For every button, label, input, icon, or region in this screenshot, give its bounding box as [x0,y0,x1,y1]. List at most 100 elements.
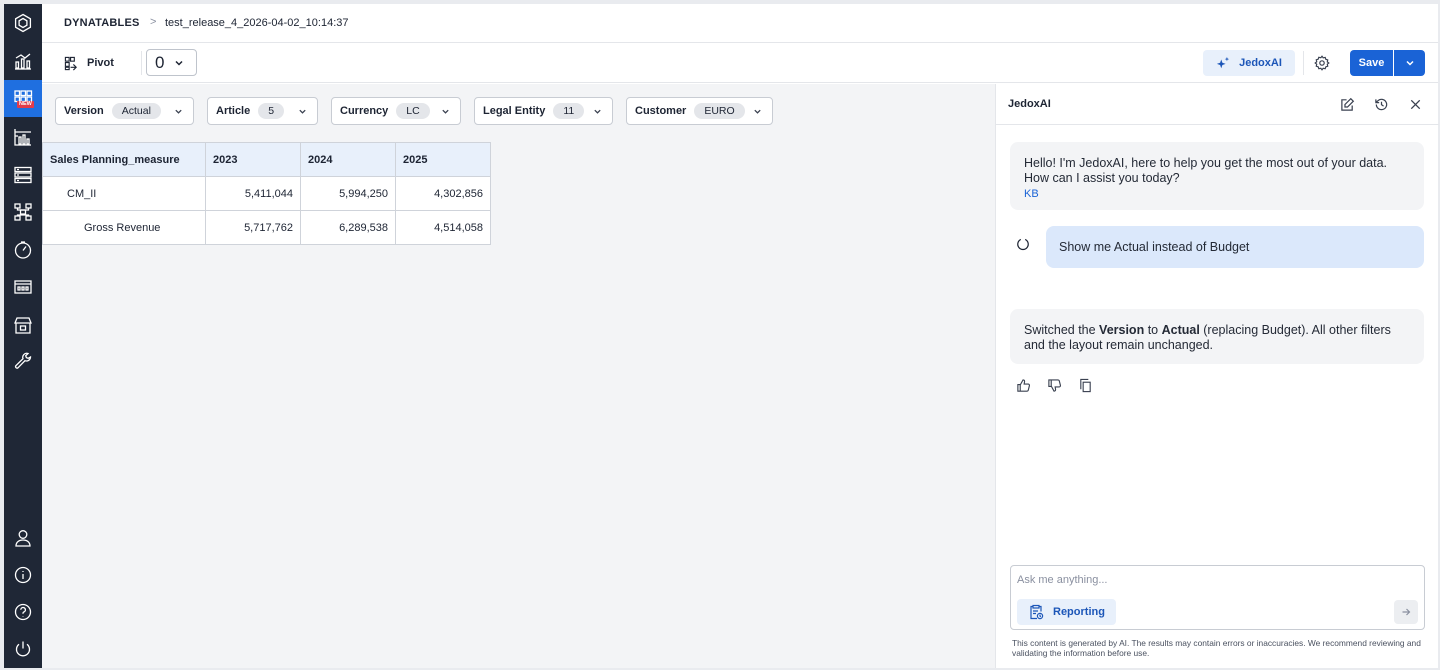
row-label[interactable]: CM_II [42,176,206,211]
filter-label: Legal Entity [483,105,546,117]
reply-bold-actual: Actual [1161,323,1200,337]
power-icon[interactable] [4,630,42,667]
dynatables-grid-icon[interactable]: NEW [4,80,42,117]
ai-message-reply: Switched the Version to Actual (replacin… [1010,309,1424,364]
store-icon[interactable] [4,306,42,343]
jedoxai-button[interactable]: JedoxAI [1203,50,1295,76]
table-cell[interactable]: 4,514,058 [395,210,491,245]
chat-input[interactable] [1017,572,1397,588]
row-label[interactable]: Gross Revenue [42,210,206,245]
toolbar-divider [141,51,142,75]
table-header-row: Sales Planning_measure 2023 2024 2025 [42,142,491,177]
clipboard-report-icon [1030,604,1044,620]
zero-select[interactable]: 0 [146,49,197,76]
filter-label: Article [216,105,251,117]
loading-spinner-icon [1017,238,1029,250]
hierarchy-icon[interactable] [4,193,42,230]
pivot-table: Sales Planning_measure 2023 2024 2025 CM… [42,142,491,245]
copy-icon[interactable] [1078,378,1093,393]
filter-label: Currency [340,105,389,117]
save-dropdown-button[interactable] [1394,50,1425,76]
zero-select-value: 0 [155,52,165,72]
save-button[interactable]: Save [1350,50,1393,76]
chevron-down-icon [442,109,449,114]
filter-article[interactable]: Article 5 [207,97,318,125]
knowledge-base-tag[interactable]: KB [1024,187,1410,202]
table-row: CM_II 5,411,044 5,994,250 4,302,856 [42,176,491,211]
column-header[interactable]: Sales Planning_measure [42,142,206,177]
chevron-down-icon [594,109,601,114]
column-header[interactable]: 2025 [395,142,491,177]
ai-message-greeting: Hello! I'm JedoxAI, here to help you get… [1010,142,1424,210]
table-cell[interactable]: 5,411,044 [205,176,301,211]
info-icon[interactable] [4,556,42,593]
ai-disclaimer: This content is generated by AI. The res… [1012,638,1421,658]
toolbar: Pivot 0 JedoxAI Save [42,43,1438,83]
filter-value-chip: LC [396,103,430,119]
wrench-icon[interactable] [4,343,42,380]
user-message: Show me Actual instead of Budget [1046,226,1424,268]
new-badge: NEW [17,101,34,108]
table-cell[interactable]: 5,717,762 [205,210,301,245]
breadcrumb-root[interactable]: DYNATABLES [64,17,140,29]
gauge-icon[interactable] [4,231,42,268]
table-cell[interactable]: 5,994,250 [300,176,396,211]
reply-text: Switched the [1024,323,1100,337]
chevron-down-icon [299,109,306,114]
panel-header: JedoxAI [996,84,1439,125]
chevron-down-icon [175,60,183,66]
database-stack-icon[interactable] [4,156,42,193]
filter-currency[interactable]: Currency LC [331,97,461,125]
reply-bold-version: Version [1099,323,1145,337]
logo-hexagon-icon[interactable] [4,4,42,41]
column-header[interactable]: 2023 [205,142,301,177]
filter-customer[interactable]: Customer EURO [626,97,773,125]
help-icon[interactable] [4,593,42,630]
table-row: Gross Revenue 5,717,762 6,289,538 4,514,… [42,210,491,245]
chevron-down-icon [175,109,182,114]
jedoxai-panel: JedoxAI Hello! I'm JedoxAI, here to help… [995,84,1439,668]
filter-value-chip: 11 [553,103,585,119]
gear-icon[interactable] [1314,55,1330,71]
reporting-mode-button[interactable]: Reporting [1017,599,1116,625]
thumbs-up-icon[interactable] [1016,378,1031,393]
history-icon[interactable] [1374,97,1389,112]
thumbs-down-icon[interactable] [1047,378,1062,393]
user-icon[interactable] [4,519,42,556]
toolbar-divider [1303,51,1304,75]
pivot-label: Pivot [87,57,114,69]
filter-label: Customer [635,105,687,117]
sparkle-icon [1216,56,1230,69]
new-chat-edit-icon[interactable] [1340,97,1355,112]
breadcrumb-current: test_release_4_2026-04-02_10:14:37 [165,17,349,29]
table-cell[interactable]: 4,302,856 [395,176,491,211]
app-window: NEW DYNATABLES > test_release_4_2026-04-… [4,4,1439,668]
chat-composer: Reporting [1010,565,1425,630]
reply-text: to [1144,323,1162,337]
left-nav-rail: NEW [4,4,42,668]
pivot-icon [64,56,77,70]
jedoxai-label: JedoxAI [1239,57,1282,69]
ai-message-text: Hello! I'm JedoxAI, here to help you get… [1024,156,1388,185]
reports-bar-icon[interactable] [4,118,42,155]
pivot-button[interactable]: Pivot [64,52,114,74]
reporting-label: Reporting [1053,606,1105,618]
marketplace-icon[interactable] [4,268,42,305]
filter-value-chip: Actual [111,103,161,119]
filter-value-chip: 5 [258,103,285,119]
chevron-down-icon [1405,60,1414,66]
filter-value-chip: EURO [694,103,745,119]
analytics-chart-icon[interactable] [4,42,42,79]
table-cell[interactable]: 6,289,538 [300,210,396,245]
breadcrumb-separator: > [150,16,157,28]
column-header[interactable]: 2024 [300,142,396,177]
panel-title: JedoxAI [1008,98,1051,110]
filter-version[interactable]: Version Actual [55,97,194,125]
arrow-right-icon [1402,608,1411,616]
filter-legal-entity[interactable]: Legal Entity 11 [474,97,613,125]
main-area: DYNATABLES > test_release_4_2026-04-02_1… [42,4,1439,668]
chevron-down-icon [754,109,761,114]
close-icon[interactable] [1408,97,1423,112]
top-bar: DYNATABLES > test_release_4_2026-04-02_1… [42,4,1438,43]
send-button[interactable] [1394,600,1418,624]
